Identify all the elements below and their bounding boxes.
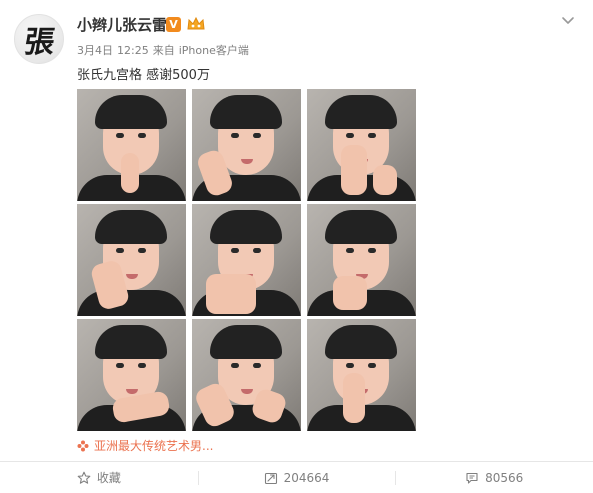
post-meta: 3月4日 12:25 来自 iPhone客户端: [77, 42, 253, 58]
post-date[interactable]: 3月4日: [77, 44, 113, 57]
member-crown-icon: [187, 16, 205, 30]
photo-6[interactable]: [307, 204, 416, 316]
vip-badge-icon: V: [166, 17, 181, 32]
photo-grid: [77, 89, 416, 431]
source-prefix: 来自: [152, 44, 175, 57]
avatar[interactable]: 張: [14, 14, 64, 64]
avatar-calligraphy: 張: [22, 25, 55, 60]
photo-2[interactable]: [192, 89, 301, 201]
photo-1[interactable]: [77, 89, 186, 201]
repost-button[interactable]: 204664: [197, 462, 396, 493]
photo-9[interactable]: [307, 319, 416, 431]
topic-tag-label: 亚洲最大传统艺术男...: [94, 439, 214, 453]
photo-8[interactable]: [192, 319, 301, 431]
star-icon: [77, 471, 91, 484]
repost-icon: [264, 472, 277, 484]
repost-count: 204664: [283, 470, 330, 485]
comment-button[interactable]: 80566: [395, 462, 593, 493]
author-name[interactable]: 小辫儿张云雷: [77, 14, 167, 35]
photo-4[interactable]: [77, 204, 186, 316]
photo-3[interactable]: [307, 89, 416, 201]
favorite-label: 收藏: [96, 471, 121, 485]
action-bar: 收藏 204664 80566: [0, 462, 593, 493]
flower-icon: [77, 440, 89, 451]
post-text: 张氏九宫格 感谢500万: [77, 68, 210, 83]
comment-count: 80566: [485, 470, 524, 485]
topic-tag-link[interactable]: 亚洲最大传统艺术男...: [77, 437, 213, 454]
chevron-down-icon[interactable]: [560, 12, 576, 28]
post-source[interactable]: iPhone客户端: [179, 44, 249, 57]
post-time[interactable]: 12:25: [117, 44, 149, 57]
photo-7[interactable]: [77, 319, 186, 431]
photo-5[interactable]: [192, 204, 301, 316]
weibo-post-card: 張 小辫儿张云雷 V 3月4日 12:25 来自 iPhone客户端 张氏九宫格 感谢…: [0, 0, 593, 493]
comment-icon: [466, 472, 478, 484]
favorite-button[interactable]: 收藏: [0, 462, 198, 493]
